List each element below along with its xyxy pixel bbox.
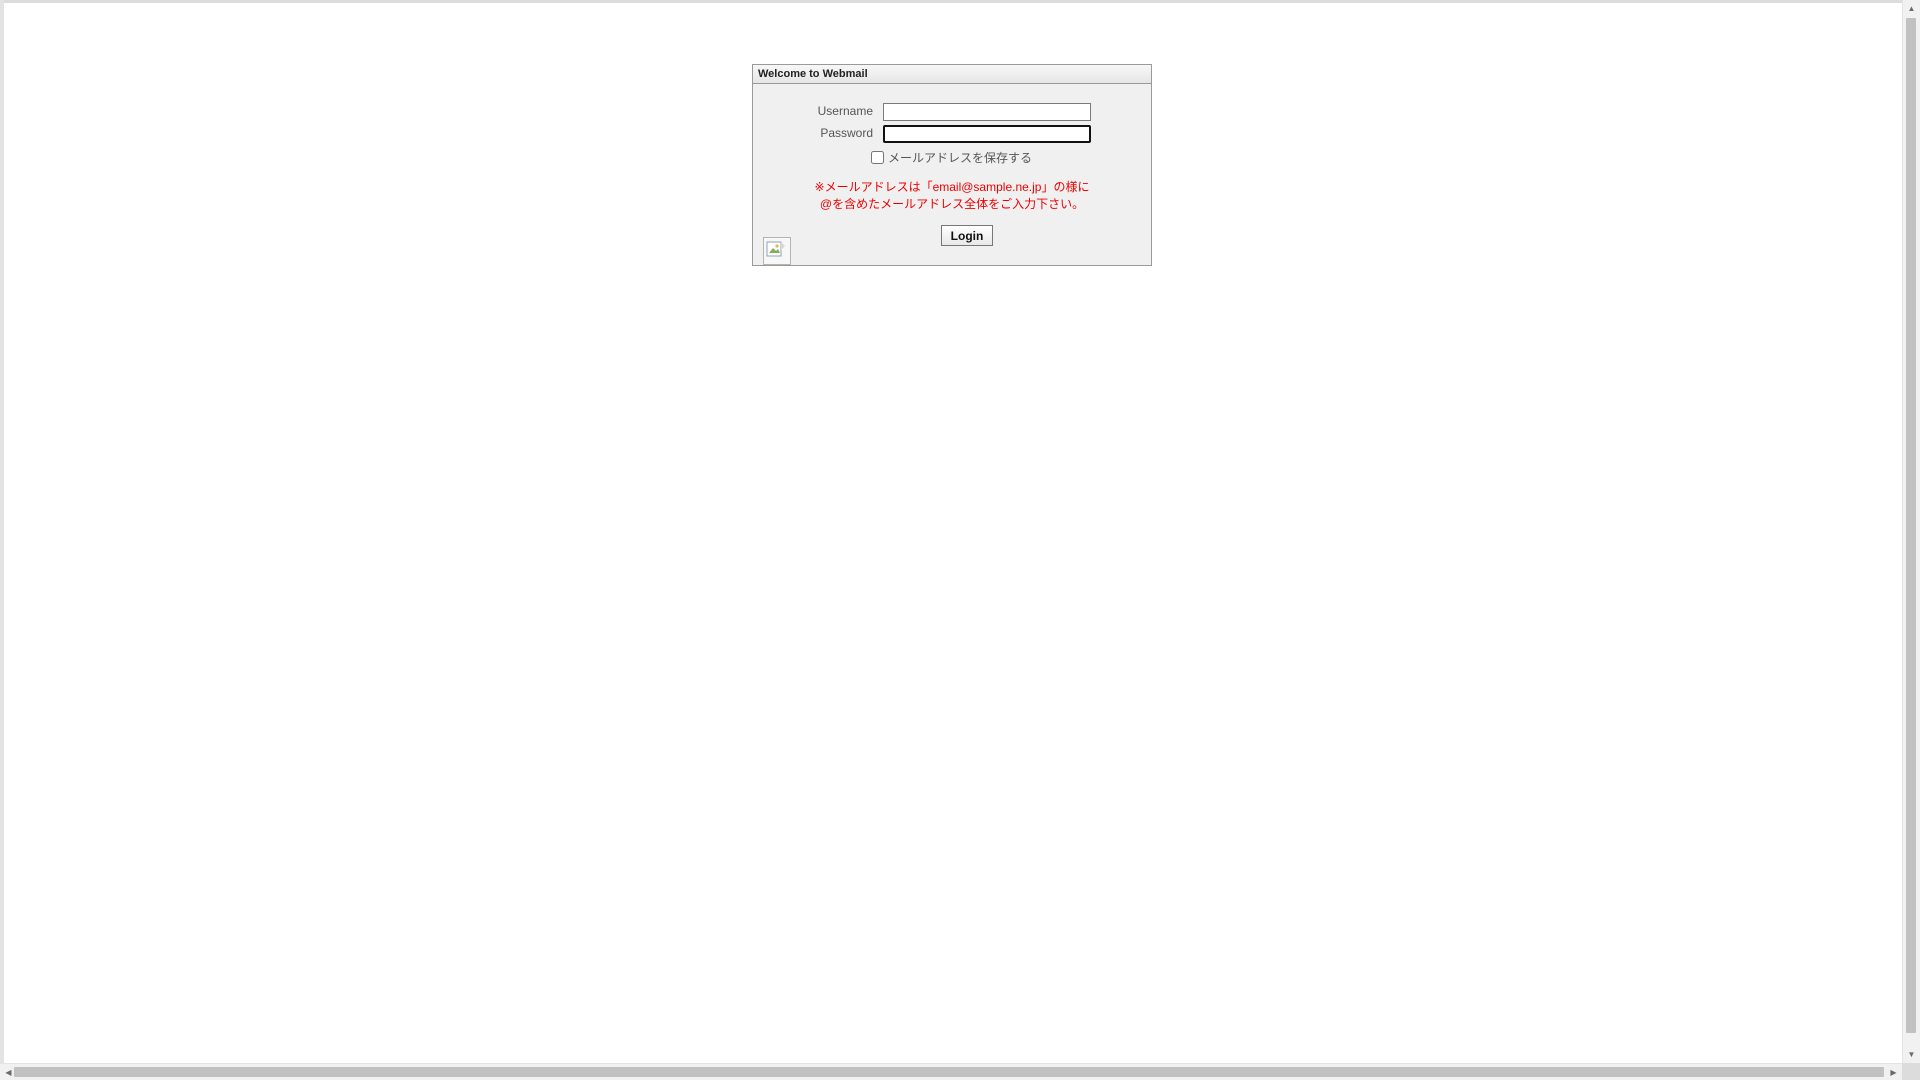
username-input[interactable] bbox=[883, 103, 1091, 121]
login-panel-title: Welcome to Webmail bbox=[753, 65, 1151, 84]
username-label: Username bbox=[817, 104, 873, 118]
horizontal-scrollbar-thumb[interactable] bbox=[14, 1067, 1884, 1077]
arrow-up-icon[interactable]: ▲ bbox=[1903, 0, 1920, 17]
broken-image-icon bbox=[763, 237, 791, 265]
horizontal-scrollbar[interactable]: ◀ ▶ bbox=[0, 1063, 1902, 1080]
scrollbar-corner bbox=[1902, 1063, 1920, 1080]
page: Welcome to Webmail Username Password メール… bbox=[0, 0, 1902, 1063]
remember-email-label: メールアドレスを保存する bbox=[888, 151, 1033, 165]
top-edge bbox=[0, 0, 1902, 3]
login-panel: Welcome to Webmail Username Password メール… bbox=[752, 64, 1152, 266]
notice-line-2: @を含めたメールアドレス全体をご入力下さい。 bbox=[819, 197, 1085, 211]
remember-email-checkbox[interactable] bbox=[871, 151, 884, 164]
arrow-down-icon[interactable]: ▼ bbox=[1903, 1046, 1920, 1063]
browser-viewport: Welcome to Webmail Username Password メール… bbox=[0, 0, 1920, 1080]
vertical-scrollbar-thumb[interactable] bbox=[1906, 18, 1916, 1033]
password-label: Password bbox=[820, 126, 873, 140]
password-input[interactable] bbox=[883, 125, 1091, 143]
email-format-notice: ※メールアドレスは「email@sample.ne.jp」の様に @を含めたメー… bbox=[753, 179, 1151, 213]
notice-line-1: ※メールアドレスは「email@sample.ne.jp」の様に bbox=[814, 180, 1090, 194]
remember-email-row[interactable]: メールアドレスを保存する bbox=[871, 149, 1032, 166]
vertical-scrollbar[interactable]: ▲ ▼ bbox=[1902, 0, 1920, 1063]
left-edge bbox=[0, 0, 4, 1063]
login-button[interactable]: Login bbox=[941, 225, 993, 246]
arrow-right-icon[interactable]: ▶ bbox=[1885, 1064, 1902, 1080]
